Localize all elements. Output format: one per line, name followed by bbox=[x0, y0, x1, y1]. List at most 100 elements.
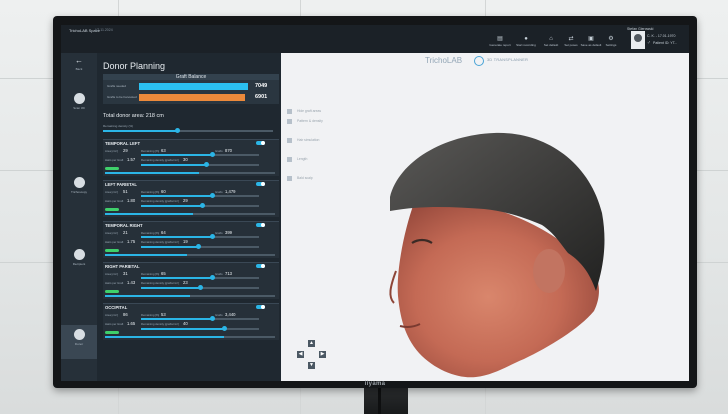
area-status-pill bbox=[105, 290, 119, 293]
density-label: Remaining density [grafts/cm²] bbox=[141, 281, 179, 285]
rotate-right-icon[interactable]: ▶ bbox=[319, 351, 326, 358]
nav-trichoscopy[interactable]: Trichoscopy bbox=[61, 177, 97, 194]
area-name: OCCIPITAL bbox=[105, 305, 128, 310]
remaining-label: Remaining [%] bbox=[141, 313, 160, 317]
rotate-down-icon[interactable]: ▼ bbox=[308, 362, 315, 369]
generate-report-button[interactable]: ▤ Generate report bbox=[487, 35, 513, 47]
slider-knob[interactable] bbox=[200, 203, 205, 208]
view-navigation-pad: ▲ ◀ ▶ ▼ bbox=[297, 340, 327, 370]
density-value: 30 bbox=[183, 157, 188, 162]
remaining-value: 65 bbox=[161, 271, 166, 276]
area-slider[interactable] bbox=[105, 254, 275, 256]
grafts-needed-row: Grafts needed 7049 bbox=[107, 83, 268, 90]
slider-knob[interactable] bbox=[196, 244, 201, 249]
panel-title: Donor Planning bbox=[103, 61, 166, 71]
slider-knob[interactable] bbox=[210, 316, 215, 321]
tool-hair-simulation[interactable]: Hair simulation bbox=[287, 138, 347, 145]
area-name: RIGHT PARIETAL bbox=[105, 264, 140, 269]
area-slider[interactable] bbox=[105, 336, 275, 338]
monitor-cable bbox=[378, 388, 381, 414]
density-slider[interactable] bbox=[141, 326, 259, 331]
hpg-label: Hairs per Graft bbox=[105, 158, 124, 162]
hpg-value: 1.57 bbox=[127, 157, 136, 162]
nav-scan-3d[interactable]: Scan 3D bbox=[61, 93, 97, 110]
donor-area-card: LEFT PARIETAL Area [cm²] 51 Remaining [%] 60… bbox=[103, 180, 279, 217]
remaining-density-slider[interactable] bbox=[103, 128, 273, 133]
patient-box[interactable]: Stefan Gierowski C. K. - 17.01.1970 ♂ Pa… bbox=[607, 27, 689, 50]
density-slider[interactable] bbox=[141, 285, 259, 290]
area-value: 29 bbox=[123, 148, 128, 153]
area-toggle[interactable] bbox=[256, 264, 265, 268]
density-slider[interactable] bbox=[141, 203, 259, 208]
area-label: Area [cm²] bbox=[105, 313, 118, 317]
hair-icon bbox=[287, 138, 292, 143]
grafts-harvested-row: Grafts to be harvested 6901 bbox=[107, 94, 268, 101]
total-donor-area: Total donor area: 218 cm bbox=[103, 113, 164, 119]
nose bbox=[389, 270, 397, 304]
area-status-pill bbox=[105, 249, 119, 252]
grafts-value: 713 bbox=[225, 271, 232, 276]
grafts-value: 1,479 bbox=[225, 189, 236, 194]
area-slider[interactable] bbox=[105, 295, 275, 297]
tool-pattern-density[interactable]: Pattern & density bbox=[287, 119, 347, 126]
slider-knob[interactable] bbox=[204, 162, 209, 167]
slider-knob[interactable] bbox=[198, 285, 203, 290]
report-icon: ▤ bbox=[497, 36, 503, 42]
density-label: Remaining density [grafts/cm²] bbox=[141, 158, 179, 162]
slider-knob[interactable] bbox=[210, 275, 215, 280]
density-value: 40 bbox=[183, 321, 188, 326]
area-status-pill bbox=[105, 331, 119, 334]
graft-balance-title: Graft Balance bbox=[103, 74, 279, 80]
tricholab-logo: TrichoLAB bbox=[425, 56, 463, 65]
remaining-slider[interactable] bbox=[141, 316, 259, 321]
donor-area-card: RIGHT PARIETAL Area [cm²] 31 Remaining [%] 6… bbox=[103, 262, 279, 299]
donor-area-card: OCCIPITAL Area [cm²] 86 Remaining [%] 53 Graf… bbox=[103, 303, 279, 340]
donor-area-card: TEMPORAL RIGHT Area [cm²] 21 Remaining [%] 6… bbox=[103, 221, 279, 258]
area-slider[interactable] bbox=[105, 213, 275, 215]
slider-knob[interactable] bbox=[210, 234, 215, 239]
rotate-up-icon[interactable]: ▲ bbox=[308, 340, 315, 347]
area-status-pill bbox=[105, 167, 119, 170]
monitor-stand bbox=[364, 388, 408, 414]
density-label: Remaining density [grafts/cm²] bbox=[141, 240, 179, 244]
area-toggle[interactable] bbox=[256, 141, 265, 145]
monitor: TrichoLAB Space V2.11.2024 ▤ Generate re… bbox=[53, 16, 697, 388]
area-toggle[interactable] bbox=[256, 223, 265, 227]
density-value: 23 bbox=[183, 280, 188, 285]
tool-hide-graft-areas[interactable]: Hide graft areas bbox=[287, 109, 347, 116]
pattern-icon bbox=[287, 119, 292, 124]
remaining-label: Remaining [%] bbox=[141, 190, 160, 194]
area-toggle[interactable] bbox=[256, 182, 265, 186]
head-3d-model[interactable] bbox=[384, 121, 614, 381]
area-name: LEFT PARIETAL bbox=[105, 182, 137, 187]
donor-planning-panel: Donor Planning Graft Balance Grafts need… bbox=[97, 53, 281, 381]
slider-knob[interactable] bbox=[210, 193, 215, 198]
area-slider[interactable] bbox=[105, 172, 275, 174]
slider-knob[interactable] bbox=[210, 152, 215, 157]
tool-bald-scalp[interactable]: Bald scalp bbox=[287, 176, 347, 183]
nav-back[interactable]: ← Back bbox=[61, 56, 97, 71]
area-name: TEMPORAL RIGHT bbox=[105, 223, 143, 228]
donor-area-card: TEMPORAL LEFT Area [cm²] 29 Remaining [%] 63… bbox=[103, 139, 279, 176]
density-value: 29 bbox=[183, 198, 188, 203]
record-icon: ● bbox=[524, 36, 528, 42]
tool-length[interactable]: Length bbox=[287, 157, 347, 164]
nav-recipient[interactable]: Recipient bbox=[61, 249, 97, 266]
rotate-left-icon[interactable]: ◀ bbox=[297, 351, 304, 358]
nav-donor[interactable]: Donor bbox=[61, 325, 97, 359]
remaining-value: 63 bbox=[161, 148, 166, 153]
grafts-harvested-bar bbox=[139, 94, 246, 101]
area-value: 21 bbox=[123, 230, 128, 235]
area-label: Area [cm²] bbox=[105, 231, 118, 235]
density-label: Remaining density [grafts/cm²] bbox=[141, 199, 179, 203]
start-recording-button[interactable]: ● Start recording bbox=[513, 35, 539, 47]
density-slider[interactable] bbox=[141, 244, 259, 249]
remaining-slider[interactable] bbox=[141, 275, 259, 280]
area-toggle[interactable] bbox=[256, 305, 265, 309]
slider-knob[interactable] bbox=[222, 326, 227, 331]
remaining-slider[interactable] bbox=[141, 152, 259, 157]
slider-knob[interactable] bbox=[175, 128, 180, 133]
density-slider[interactable] bbox=[141, 162, 259, 167]
remaining-slider[interactable] bbox=[141, 234, 259, 239]
remaining-slider[interactable] bbox=[141, 193, 259, 198]
